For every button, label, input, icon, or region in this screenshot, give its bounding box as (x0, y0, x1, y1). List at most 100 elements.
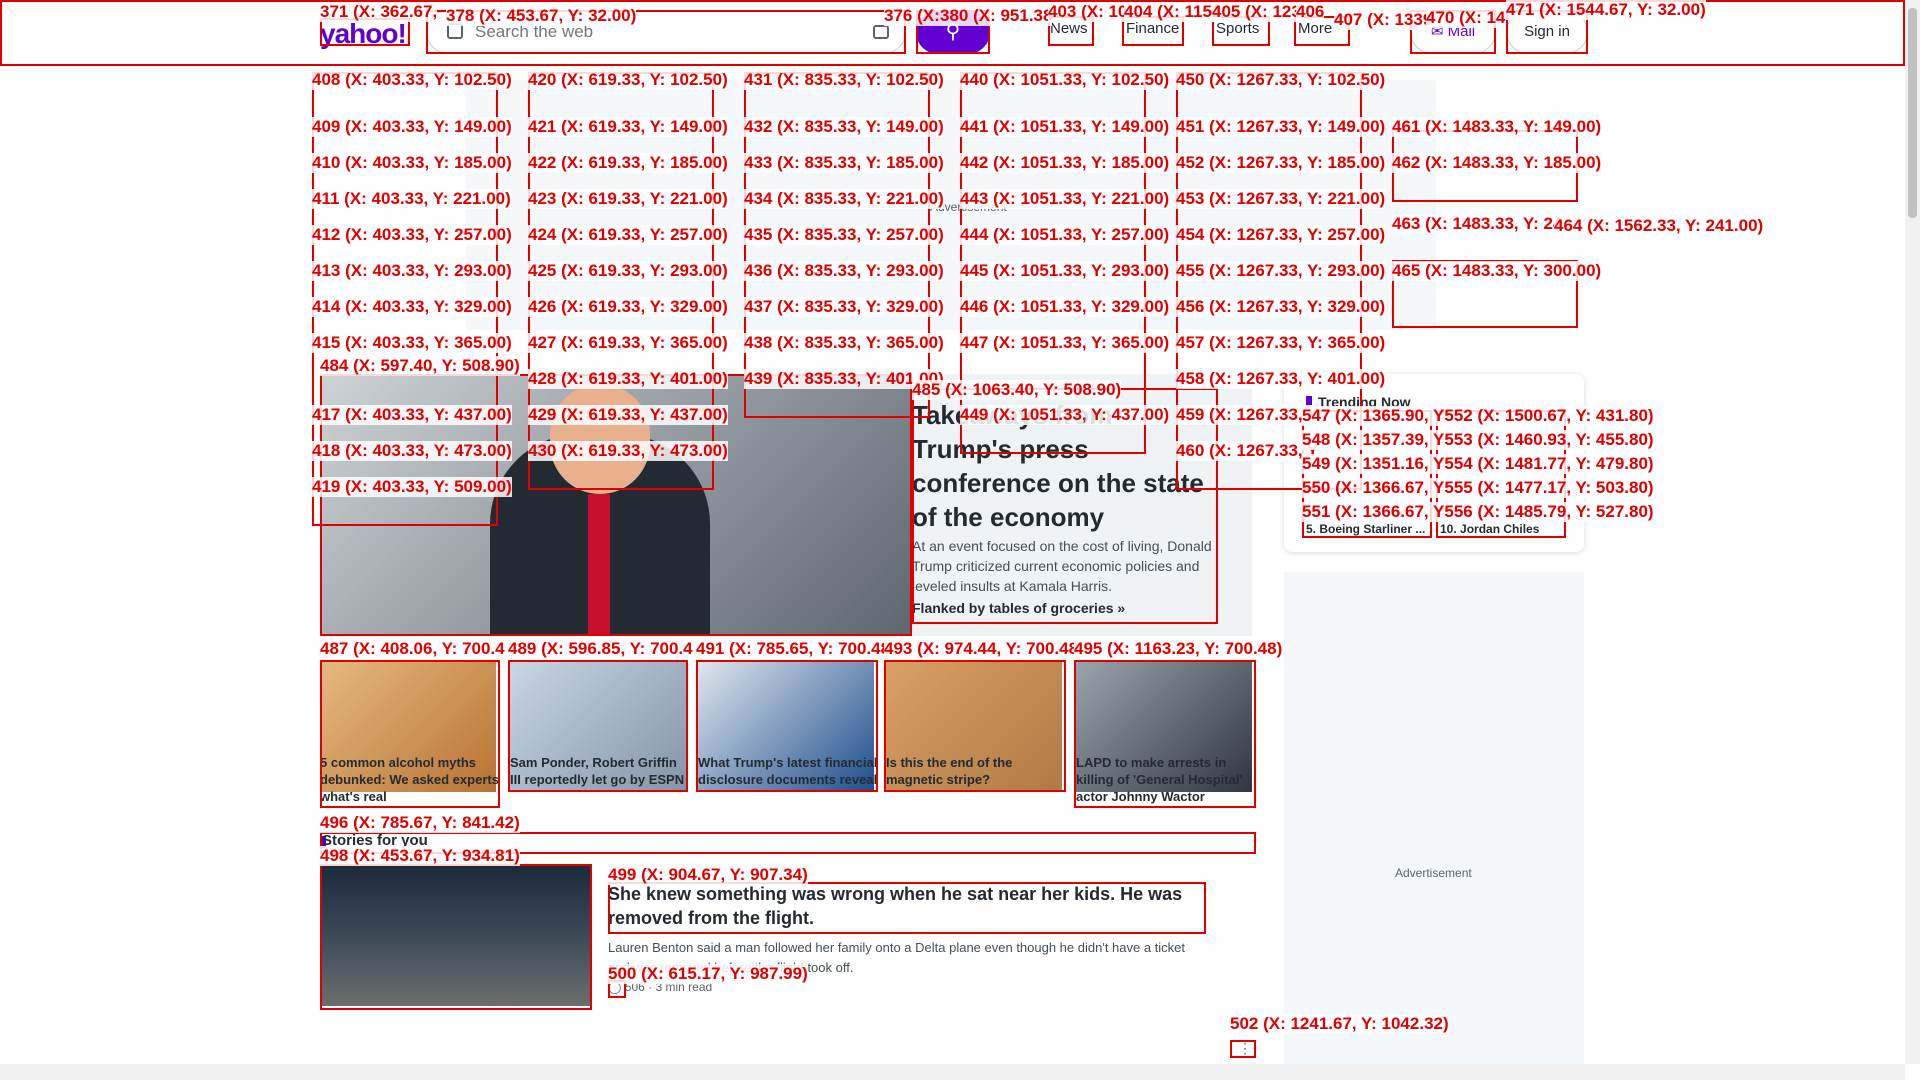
overlay-label: 405 (X: 123 (1212, 2, 1301, 22)
story-title[interactable]: She knew something was wrong when he sat… (608, 882, 1208, 930)
overlay-label: 403 (X: 10 (1048, 2, 1128, 22)
overlay-label: 380 (X: 951.38 (940, 6, 1053, 26)
overlay-label: 457 (X: 1267.33, Y: 365.00) (1176, 333, 1386, 353)
overlay-label: 547 (X: 1365.90, Y552 (X: 1500.67, Y: 43… (1302, 406, 1654, 426)
camera-icon[interactable] (873, 25, 889, 39)
overlay-label: 420 (X: 619.33, Y: 102.50) (528, 70, 728, 90)
overlay-label: 412 (X: 403.33, Y: 257.00) (312, 225, 512, 245)
overlay-label: 450 (X: 1267.33, Y: 102.50) (1176, 70, 1386, 90)
overlay-label: 431 (X: 835.33, Y: 102.50) (744, 70, 944, 90)
overlay-label: 419 (X: 403.33, Y: 509.00) (312, 477, 512, 497)
thumb-caption[interactable]: What Trump's latest financial disclosure… (698, 754, 878, 788)
horizontal-scrollbar[interactable] (0, 1064, 1905, 1080)
nav-finance[interactable]: Finance (1126, 20, 1179, 37)
story-image[interactable] (320, 866, 590, 1006)
overlay-label: 441 (X: 1051.33, Y: 149.00) (960, 117, 1170, 137)
overlay-label: 414 (X: 403.33, Y: 329.00) (312, 297, 512, 317)
overlay-label: 417 (X: 403.33, Y: 437.00) (312, 405, 512, 425)
trending-item[interactable]: 5. Boeing Starliner ... (1306, 522, 1425, 536)
nav-more[interactable]: More (1298, 20, 1332, 37)
overlay-label: 427 (X: 619.33, Y: 365.00) (528, 333, 728, 353)
overlay-label: 430 (X: 619.33, Y: 473.00) (528, 441, 728, 461)
overlay-label: 551 (X: 1366.67, Y556 (X: 1485.79, Y: 52… (1302, 502, 1654, 522)
overlay-label: 464 (X: 1562.33, Y: 241.00) (1554, 216, 1764, 236)
overlay-label: 433 (X: 835.33, Y: 185.00) (744, 153, 944, 173)
overlay-label: 407 (X: 1339 (1334, 10, 1433, 30)
thumb-caption[interactable]: Is this the end of the magnetic stripe? (886, 754, 1066, 788)
overlay-label: 485 (X: 1063.40, Y: 508.90) (912, 380, 1122, 400)
overlay-label: 452 (X: 1267.33, Y: 185.00) (1176, 153, 1386, 173)
thumb-caption[interactable]: 5 common alcohol myths debunked: We aske… (320, 754, 500, 805)
overlay-label: 499 (X: 904.67, Y: 907.34) (608, 865, 808, 885)
overlay-label: 408 (X: 403.33, Y: 102.50) (312, 70, 512, 90)
nav-news[interactable]: News (1050, 20, 1088, 37)
overlay-label: 424 (X: 619.33, Y: 257.00) (528, 225, 728, 245)
overlay-label: 462 (X: 1483.33, Y: 185.00) (1392, 153, 1602, 173)
overlay-label: 444 (X: 1051.33, Y: 257.00) (960, 225, 1170, 245)
overlay-label: 454 (X: 1267.33, Y: 257.00) (1176, 225, 1386, 245)
overlay-label: 493 (X: 974.44, Y: 700.48 (884, 639, 1079, 659)
overlay-label: 428 (X: 619.33, Y: 401.00) (528, 369, 728, 389)
thumb-caption[interactable]: Sam Ponder, Robert Griffin III reportedl… (510, 754, 690, 788)
overlay-label: 415 (X: 403.33, Y: 365.00) (312, 333, 512, 353)
overlay-label: 456 (X: 1267.33, Y: 329.00) (1176, 297, 1386, 317)
overlay-label: 442 (X: 1051.33, Y: 185.00) (960, 153, 1170, 173)
overlay-label: 411 (X: 403.33, Y: 221.00) (312, 189, 511, 209)
overlay-label: 409 (X: 403.33, Y: 149.00) (312, 117, 512, 137)
hero-tie (588, 494, 610, 634)
overlay-label: 421 (X: 619.33, Y: 149.00) (528, 117, 728, 137)
trending-item[interactable]: 10. Jordan Chiles (1440, 522, 1539, 536)
overlay-label: 404 (X: 1151 (1124, 2, 1222, 22)
overlay-label: 446 (X: 1051.33, Y: 329.00) (960, 297, 1170, 317)
overlay-label: 449 (X: 1051.33, Y: 437.00) (960, 405, 1170, 425)
overlay-label: 455 (X: 1267.33, Y: 293.00) (1176, 261, 1386, 281)
overlay-label: 495 (X: 1163.23, Y: 700.48) (1074, 639, 1283, 659)
overlay-label: 378 (X: 453.67, Y: 32.00) (446, 6, 637, 26)
vertical-scroll-thumb[interactable] (1908, 8, 1917, 218)
overlay-label: 437 (X: 835.33, Y: 329.00) (744, 297, 944, 317)
overlay-label: 445 (X: 1051.33, Y: 293.00) (960, 261, 1170, 281)
overlay-label: 550 (X: 1366.67, Y555 (X: 1477.17, Y: 50… (1302, 478, 1654, 498)
overlay-label: 463 (X: 1483.33, Y: 24 (1392, 214, 1563, 234)
yahoo-logo[interactable]: yahoo! (320, 18, 407, 50)
overlay-label: 451 (X: 1267.33, Y: 149.00) (1176, 117, 1386, 137)
overlay-label: 440 (X: 1051.33, Y: 102.50) (960, 70, 1170, 90)
overlay-label: 496 (X: 785.67, Y: 841.42) (320, 813, 520, 833)
overlay-label: 434 (X: 835.33, Y: 221.00) (744, 189, 944, 209)
nav-sports[interactable]: Sports (1216, 20, 1259, 37)
overlay-label: 471 (X: 1544.67, Y: 32.00) (1506, 0, 1706, 20)
hero-summary: At an event focused on the cost of livin… (912, 538, 1212, 594)
overlay-label: 487 (X: 408.06, Y: 700.4 (320, 639, 505, 659)
overlay-label: 484 (X: 597.40, Y: 508.90) (320, 356, 520, 376)
overlay-label: 443 (X: 1051.33, Y: 221.00) (960, 189, 1170, 209)
overlay-label: 371 (X: 362.67, (320, 2, 438, 22)
overlay-label: 459 (X: 1267.33, Y (1176, 405, 1319, 425)
overlay-label: 432 (X: 835.33, Y: 149.00) (744, 117, 944, 137)
right-ad[interactable] (1284, 572, 1584, 1072)
overlay-label: 460 (X: 1267.33, Y (1176, 441, 1319, 461)
overlay-label: 418 (X: 403.33, Y: 473.00) (312, 441, 512, 461)
hero-link[interactable]: Flanked by tables of groceries » (912, 600, 1125, 616)
overlay-label: 413 (X: 403.33, Y: 293.00) (312, 261, 512, 281)
overlay-label: 447 (X: 1051.33, Y: 365.00) (960, 333, 1170, 353)
overlay-label: 502 (X: 1241.67, Y: 1042.32) (1230, 1014, 1449, 1034)
overlay-label: 429 (X: 619.33, Y: 437.00) (528, 405, 728, 425)
overlay-label: 489 (X: 596.85, Y: 700.4 (508, 639, 693, 659)
overlay-label: 458 (X: 1267.33, Y: 401.00) (1176, 369, 1386, 389)
overlay-label: 453 (X: 1267.33, Y: 221.00) (1176, 189, 1386, 209)
overlay-label: 376 (X: (884, 6, 940, 26)
thumb-caption[interactable]: LAPD to make arrests in killing of 'Gene… (1076, 754, 1256, 805)
overlay-label: 426 (X: 619.33, Y: 329.00) (528, 297, 728, 317)
overlay-label: 410 (X: 403.33, Y: 185.00) (312, 153, 512, 173)
overlay-label: 549 (X: 1351.16, Y554 (X: 1481.77, Y: 47… (1302, 454, 1654, 474)
overlay-label: 435 (X: 835.33, Y: 257.00) (744, 225, 944, 245)
hero-face (550, 384, 650, 494)
overlay-label: 461 (X: 1483.33, Y: 149.00) (1392, 117, 1602, 137)
overlay-label: 498 (X: 453.67, Y: 934.81) (320, 846, 520, 866)
overlay-label: 425 (X: 619.33, Y: 293.00) (528, 261, 728, 281)
overlay-label: 500 (X: 615.17, Y: 987.99) (608, 964, 808, 984)
overlay-label: 406 (1296, 2, 1325, 22)
story-more-icon[interactable]: ⋮ (1238, 1040, 1252, 1057)
overlay-label: 465 (X: 1483.33, Y: 300.00) (1392, 261, 1602, 281)
overlay-label: 470 (X: 14 (1426, 8, 1506, 28)
